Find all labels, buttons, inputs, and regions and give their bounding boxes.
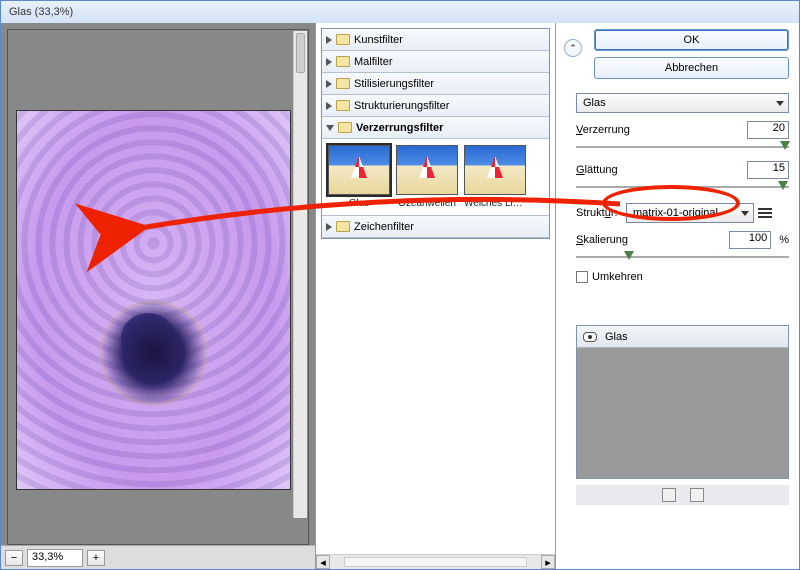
filter-category-zeichenfilter[interactable]: Zeichenfilter — [322, 216, 549, 238]
filter-thumb-weiches-licht[interactable]: Weiches Licht — [464, 145, 526, 209]
folder-icon — [336, 34, 350, 45]
preview-scrollbar-vertical[interactable] — [293, 31, 307, 518]
window-title-text: Glas (33,3%) — [9, 6, 73, 18]
triangle-right-icon — [326, 80, 332, 88]
effect-layers-box: Glas — [576, 325, 789, 479]
folder-icon — [336, 56, 350, 67]
collapse-button[interactable]: ⌃ — [564, 39, 582, 57]
thumb-label: Glas — [328, 198, 390, 209]
chevron-up-icon: ⌃ — [569, 43, 577, 54]
scroll-right-button[interactable]: ▸ — [541, 555, 555, 569]
field-value: 100 — [749, 232, 767, 244]
zoom-in-button[interactable]: + — [87, 550, 105, 566]
skalierung-unit: % — [779, 234, 789, 246]
struktur-menu-button[interactable] — [758, 208, 772, 218]
folder-icon — [338, 122, 352, 133]
preview-panel: − 33,3% + — [1, 23, 316, 569]
thumb-label: Weiches Licht — [464, 198, 526, 209]
category-label: Zeichenfilter — [354, 221, 414, 233]
triangle-right-icon — [326, 36, 332, 44]
triangle-right-icon — [326, 58, 332, 66]
plus-icon: + — [93, 552, 99, 564]
verzerrung-label: Verzerrung — [576, 124, 739, 136]
field-value: 20 — [773, 122, 785, 134]
glaettung-label: Glättung — [576, 164, 739, 176]
filter-thumb-glas[interactable]: Glas — [328, 145, 390, 209]
dropdown-value: matrix-01-original — [633, 207, 718, 219]
thumb-preview — [396, 145, 458, 195]
skalierung-slider[interactable] — [576, 251, 789, 263]
folder-icon — [336, 78, 350, 89]
scroll-left-button[interactable]: ◂ — [316, 555, 330, 569]
glaettung-slider[interactable] — [576, 181, 789, 193]
preview-image — [16, 110, 291, 490]
struktur-label: Struktur: — [576, 207, 622, 219]
new-effect-layer-button[interactable] — [662, 488, 676, 502]
chevron-down-icon — [741, 211, 749, 216]
delete-effect-layer-button[interactable] — [690, 488, 704, 502]
preview-canvas[interactable] — [7, 29, 309, 545]
struktur-dropdown[interactable]: matrix-01-original — [626, 203, 754, 223]
triangle-right-icon — [326, 223, 332, 231]
button-label: OK — [684, 34, 700, 46]
thumb-label: Ozeanwellen — [396, 198, 458, 209]
skalierung-field[interactable]: 100 — [729, 231, 771, 249]
options-panel: ⌃ OK Abbrechen Glas Verzerrung 20 — [556, 23, 799, 569]
category-label: Stilisierungsfilter — [354, 78, 434, 90]
verzerrung-field[interactable]: 20 — [747, 121, 789, 139]
cancel-button[interactable]: Abbrechen — [594, 57, 789, 79]
triangle-right-icon — [326, 102, 332, 110]
category-label: Strukturierungsfilter — [354, 100, 449, 112]
triangle-down-icon — [326, 125, 334, 131]
filter-category-list: Kunstfilter Malfilter Stilisierungsfilte… — [321, 28, 550, 239]
filter-thumb-ozeanwellen[interactable]: Ozeanwellen — [396, 145, 458, 209]
layer-name: Glas — [605, 331, 628, 343]
filter-category-strukturierungsfilter[interactable]: Strukturierungsfilter — [322, 95, 549, 117]
folder-icon — [336, 221, 350, 232]
skalierung-label: Skalierung — [576, 234, 721, 246]
chevron-down-icon — [776, 101, 784, 106]
filter-category-malfilter[interactable]: Malfilter — [322, 51, 549, 73]
button-label: Abbrechen — [665, 62, 718, 74]
umkehren-checkbox[interactable] — [576, 271, 588, 283]
field-value: 15 — [773, 162, 785, 174]
filter-gallery-panel: Kunstfilter Malfilter Stilisierungsfilte… — [316, 23, 556, 569]
dropdown-value: Glas — [583, 97, 606, 109]
glaettung-field[interactable]: 15 — [747, 161, 789, 179]
filter-thumbnails: Glas Ozeanwellen Weiches Licht — [322, 139, 549, 216]
zoom-out-button[interactable]: − — [5, 550, 23, 566]
thumb-preview — [464, 145, 526, 195]
window-title: Glas (33,3%) — [1, 1, 799, 23]
category-label: Malfilter — [354, 56, 393, 68]
zoom-field[interactable]: 33,3% — [27, 549, 83, 567]
visibility-eye-icon[interactable] — [583, 332, 597, 342]
zoom-value: 33,3% — [32, 551, 63, 563]
verzerrung-slider[interactable] — [576, 141, 789, 153]
filter-category-verzerrungsfilter[interactable]: Verzerrungsfilter — [322, 117, 549, 139]
preview-toolbar: − 33,3% + — [1, 545, 315, 569]
umkehren-label: Umkehren — [592, 271, 643, 283]
category-label: Verzerrungsfilter — [356, 122, 443, 134]
filter-category-kunstfilter[interactable]: Kunstfilter — [322, 29, 549, 51]
category-label: Kunstfilter — [354, 34, 403, 46]
minus-icon: − — [11, 552, 17, 564]
folder-icon — [336, 100, 350, 111]
thumb-preview — [328, 145, 390, 195]
effect-layers-footer — [576, 485, 789, 505]
filter-category-stilisierungsfilter[interactable]: Stilisierungsfilter — [322, 73, 549, 95]
effect-layer-row[interactable]: Glas — [577, 326, 788, 348]
filter-dropdown[interactable]: Glas — [576, 93, 789, 113]
filter-scrollbar-horizontal[interactable]: ◂ ▸ — [316, 554, 555, 569]
ok-button[interactable]: OK — [594, 29, 789, 51]
